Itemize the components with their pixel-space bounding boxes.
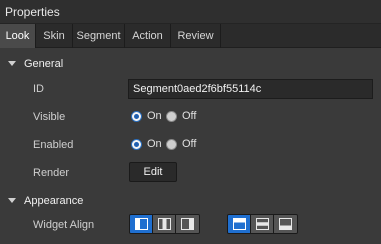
id-label: ID — [33, 83, 44, 95]
visible-on-label[interactable]: On — [147, 110, 162, 122]
align-top-button[interactable] — [228, 215, 251, 233]
panel-title: Properties — [5, 5, 60, 19]
appearance-section-header[interactable]: Appearance — [0, 191, 381, 211]
enabled-on-label[interactable]: On — [147, 138, 162, 150]
align-middle-button[interactable] — [251, 215, 274, 233]
visible-on-radio[interactable] — [131, 111, 142, 122]
visible-off-radio[interactable] — [166, 111, 177, 122]
align-center-button[interactable] — [153, 215, 176, 233]
widget-align-label: Widget Align — [33, 219, 95, 231]
visible-off-label[interactable]: Off — [182, 110, 196, 122]
align-right-button[interactable] — [176, 215, 199, 233]
collapse-triangle-icon — [8, 61, 16, 66]
align-top-icon — [233, 218, 246, 230]
render-edit-button[interactable]: Edit — [129, 162, 177, 182]
vertical-align-group — [227, 214, 298, 234]
tab-skin[interactable]: Skin — [36, 24, 73, 48]
tab-strip: Look Skin Segment Action Review — [0, 24, 381, 48]
align-middle-icon — [256, 218, 269, 230]
visible-label: Visible — [33, 111, 66, 123]
align-right-icon — [181, 218, 194, 230]
align-left-button[interactable] — [130, 215, 153, 233]
id-field[interactable]: Segment0aed2f6bf55114c — [128, 79, 373, 99]
appearance-heading: Appearance — [24, 195, 84, 207]
align-center-icon — [158, 218, 171, 230]
align-left-icon — [135, 218, 148, 230]
properties-title-bar: Properties — [0, 0, 381, 24]
tab-review[interactable]: Review — [171, 24, 221, 48]
align-bottom-icon — [279, 218, 292, 230]
enabled-on-radio[interactable] — [131, 139, 142, 150]
enabled-label: Enabled — [33, 139, 74, 151]
align-bottom-button[interactable] — [274, 215, 297, 233]
horizontal-align-group — [129, 214, 200, 234]
general-section-header[interactable]: General — [0, 54, 381, 74]
enabled-off-radio[interactable] — [166, 139, 177, 150]
enabled-off-label[interactable]: Off — [182, 138, 196, 150]
tab-segment[interactable]: Segment — [73, 24, 125, 48]
collapse-triangle-icon — [8, 198, 16, 203]
render-label: Render — [33, 167, 70, 179]
general-heading: General — [24, 58, 64, 70]
tab-action[interactable]: Action — [125, 24, 171, 48]
tab-look[interactable]: Look — [0, 24, 36, 48]
